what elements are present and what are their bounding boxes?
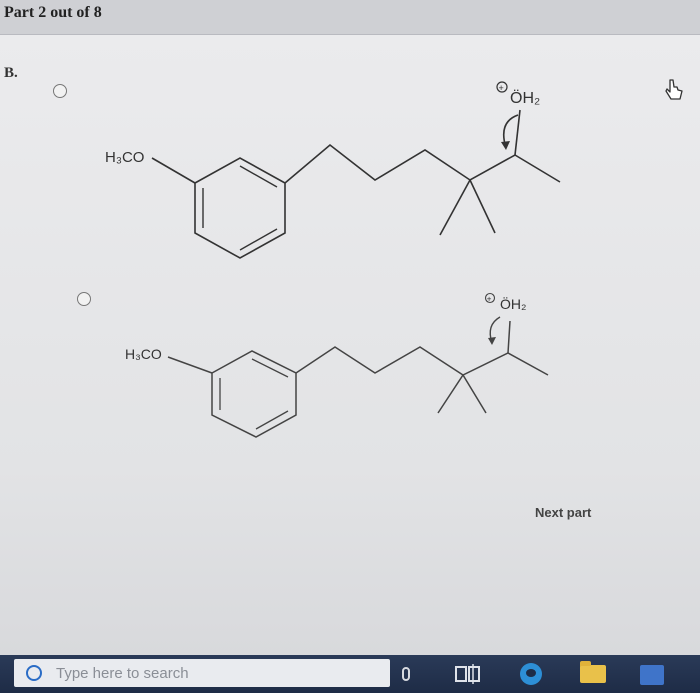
option-b-radio[interactable] [77,292,91,306]
taskbar-search-box[interactable] [14,659,390,687]
option-a-radio[interactable] [53,84,67,98]
screen: Part 2 out of 8 B. H₃CO + ÖH₂ H₃CO + ÖH₂… [0,0,700,693]
hand-pointer-icon [665,79,683,100]
edge-browser-icon[interactable] [520,663,542,685]
taskbar [0,655,700,693]
svg-text:+: + [499,83,504,93]
part-progress-label: Part 2 out of 8 [4,4,102,21]
search-icon [26,665,42,681]
file-explorer-icon[interactable] [580,661,606,683]
methoxy-label: H₃CO [125,346,162,362]
taskbar-search-input[interactable] [56,663,376,683]
oxonium-label: ÖH₂ [500,295,526,312]
task-view-icon[interactable] [455,664,483,684]
option-b-structure[interactable]: H₃CO + ÖH₂ [120,285,560,455]
svg-text:+: + [487,295,492,304]
methoxy-label: H₃CO [105,149,144,166]
store-icon[interactable] [640,665,664,685]
option-a-structure[interactable]: H₃CO + ÖH₂ [100,70,570,270]
microphone-icon[interactable] [402,667,410,681]
next-part-button[interactable]: Next part [535,505,591,520]
question-label: B. [4,65,18,81]
header-bar: Part 2 out of 8 [0,0,700,35]
oxonium-label: ÖH₂ [510,89,540,107]
